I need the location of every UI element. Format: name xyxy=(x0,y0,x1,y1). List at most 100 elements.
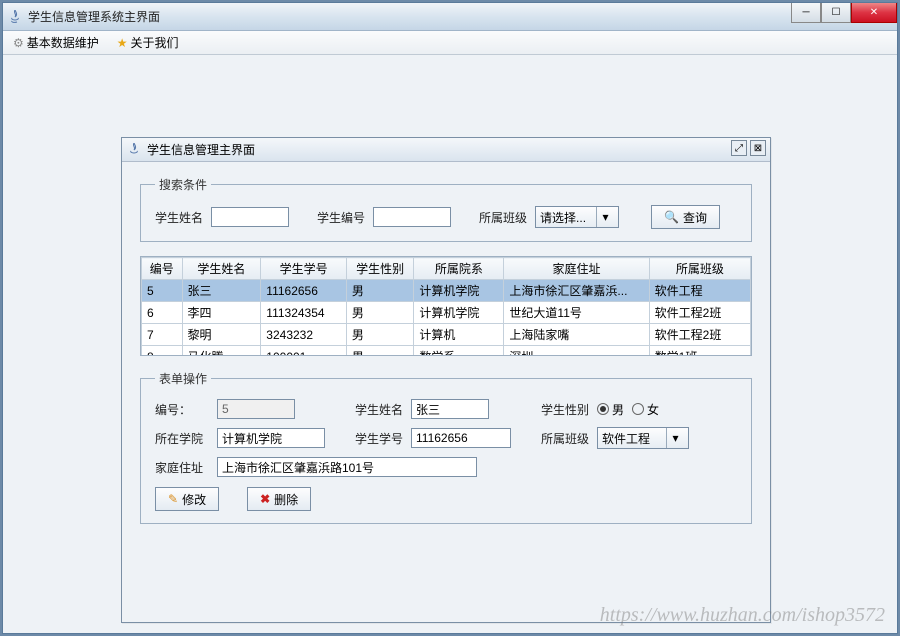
table-cell[interactable]: 11162656 xyxy=(261,280,347,302)
table-row[interactable]: 8马化腾100001男数学系深圳数学1班 xyxy=(142,346,751,357)
table-cell[interactable]: 深圳 xyxy=(504,346,649,357)
radio-male-label: 男 xyxy=(612,401,624,418)
table-header[interactable]: 编号 xyxy=(142,258,183,280)
search-name-label: 学生姓名 xyxy=(155,209,203,226)
pencil-icon: ✎ xyxy=(168,492,178,506)
internal-frame: 学生信息管理主界面 ⤢ ⊠ 搜索条件 学生姓名 学生编号 xyxy=(121,137,771,623)
radio-dot-icon xyxy=(597,403,609,415)
table-cell[interactable]: 软件工程2班 xyxy=(649,302,750,324)
internal-titlebar: 学生信息管理主界面 ⤢ ⊠ xyxy=(122,138,770,162)
form-class-combo[interactable]: 软件工程 ▾ xyxy=(597,427,689,449)
table-cell[interactable]: 男 xyxy=(346,280,414,302)
menu-item-label: 关于我们 xyxy=(131,34,179,51)
query-button-label: 查询 xyxy=(683,209,707,226)
titlebar: 学生信息管理系统主界面 ─ ☐ ✕ xyxy=(3,3,897,31)
table-cell[interactable]: 软件工程 xyxy=(649,280,750,302)
radio-female[interactable]: 女 xyxy=(632,401,659,418)
search-id-label: 学生编号 xyxy=(317,209,365,226)
menu-item-label: 基本数据维护 xyxy=(27,34,99,51)
menu-about[interactable]: ★ 关于我们 xyxy=(113,32,183,53)
table-cell[interactable]: 上海陆家嘴 xyxy=(504,324,649,346)
radio-dot-icon xyxy=(632,403,644,415)
delete-button[interactable]: ✖ 删除 xyxy=(247,487,311,511)
star-icon: ★ xyxy=(117,36,128,50)
main-window: 学生信息管理系统主界面 ─ ☐ ✕ ⚙ 基本数据维护 ★ 关于我们 学生信息管理… xyxy=(2,2,898,634)
edit-button[interactable]: ✎ 修改 xyxy=(155,487,219,511)
form-name-label: 学生姓名 xyxy=(355,401,403,418)
table-header[interactable]: 家庭住址 xyxy=(504,258,649,280)
close-button[interactable]: ✕ xyxy=(851,3,897,23)
table-cell[interactable]: 7 xyxy=(142,324,183,346)
table-cell[interactable]: 上海市徐汇区肇嘉浜... xyxy=(504,280,649,302)
table-row[interactable]: 7黎明3243232男计算机上海陆家嘴软件工程2班 xyxy=(142,324,751,346)
table-cell[interactable]: 马化腾 xyxy=(182,346,261,357)
table-row[interactable]: 6李四111324354男计算机学院世纪大道11号软件工程2班 xyxy=(142,302,751,324)
form-sno-input[interactable] xyxy=(411,428,511,448)
table-cell[interactable]: 计算机学院 xyxy=(414,302,504,324)
internal-title: 学生信息管理主界面 xyxy=(147,141,255,158)
table-header[interactable]: 所属院系 xyxy=(414,258,504,280)
table-cell[interactable]: 8 xyxy=(142,346,183,357)
form-faculty-input[interactable] xyxy=(217,428,325,448)
radio-female-label: 女 xyxy=(647,401,659,418)
form-address-input[interactable] xyxy=(217,457,477,477)
table-header[interactable]: 学生性别 xyxy=(346,258,414,280)
search-id-input[interactable] xyxy=(373,207,451,227)
query-button[interactable]: 🔍 查询 xyxy=(651,205,720,229)
results-table-wrap: 编号学生姓名学生学号学生性别所属院系家庭住址所属班级 5张三11162656男计… xyxy=(140,256,752,356)
table-cell[interactable]: 世纪大道11号 xyxy=(504,302,649,324)
form-fieldset: 表单操作 编号： 学生姓名 学生性别 男 xyxy=(140,370,752,524)
table-header[interactable]: 学生学号 xyxy=(261,258,347,280)
table-cell[interactable]: 李四 xyxy=(182,302,261,324)
window-controls: ─ ☐ ✕ xyxy=(791,3,897,23)
table-header[interactable]: 所属班级 xyxy=(649,258,750,280)
combo-text: 请选择... xyxy=(540,209,592,226)
table-cell[interactable]: 6 xyxy=(142,302,183,324)
form-legend: 表单操作 xyxy=(155,370,211,387)
search-fieldset: 搜索条件 学生姓名 学生编号 所属班级 请选择... ▾ xyxy=(140,176,752,242)
form-faculty-label: 所在学院 xyxy=(155,430,209,447)
form-class-label: 所属班级 xyxy=(541,430,589,447)
table-cell[interactable]: 3243232 xyxy=(261,324,347,346)
table-cell[interactable]: 男 xyxy=(346,324,414,346)
table-cell[interactable]: 111324354 xyxy=(261,302,347,324)
table-cell[interactable]: 数学1班 xyxy=(649,346,750,357)
table-cell[interactable]: 软件工程2班 xyxy=(649,324,750,346)
table-cell[interactable]: 5 xyxy=(142,280,183,302)
menubar: ⚙ 基本数据维护 ★ 关于我们 xyxy=(3,31,897,55)
form-name-input[interactable] xyxy=(411,399,489,419)
radio-male[interactable]: 男 xyxy=(597,401,624,418)
results-table[interactable]: 编号学生姓名学生学号学生性别所属院系家庭住址所属班级 5张三11162656男计… xyxy=(141,257,751,356)
minimize-button[interactable]: ─ xyxy=(791,3,821,23)
gear-icon: ⚙ xyxy=(13,36,24,50)
internal-close-button[interactable]: ⊠ xyxy=(750,140,766,156)
search-class-combo[interactable]: 请选择... ▾ xyxy=(535,206,619,228)
form-id-label: 编号： xyxy=(155,401,209,418)
table-cell[interactable]: 张三 xyxy=(182,280,261,302)
chevron-down-icon: ▾ xyxy=(666,428,684,448)
table-cell[interactable]: 100001 xyxy=(261,346,347,357)
menu-basic-data[interactable]: ⚙ 基本数据维护 xyxy=(9,32,103,53)
search-name-input[interactable] xyxy=(211,207,289,227)
x-icon: ✖ xyxy=(260,492,270,506)
combo-text: 软件工程 xyxy=(602,430,662,447)
table-cell[interactable]: 数学系 xyxy=(414,346,504,357)
delete-button-label: 删除 xyxy=(274,491,298,508)
search-class-label: 所属班级 xyxy=(479,209,527,226)
table-cell[interactable]: 男 xyxy=(346,302,414,324)
java-icon xyxy=(9,10,23,24)
table-cell[interactable]: 黎明 xyxy=(182,324,261,346)
table-header[interactable]: 学生姓名 xyxy=(182,258,261,280)
table-cell[interactable]: 计算机 xyxy=(414,324,504,346)
edit-button-label: 修改 xyxy=(182,491,206,508)
search-icon: 🔍 xyxy=(664,210,679,224)
table-cell[interactable]: 计算机学院 xyxy=(414,280,504,302)
window-title: 学生信息管理系统主界面 xyxy=(28,8,160,25)
internal-maximize-button[interactable]: ⤢ xyxy=(731,140,747,156)
form-sno-label: 学生学号 xyxy=(355,430,403,447)
table-cell[interactable]: 男 xyxy=(346,346,414,357)
table-row[interactable]: 5张三11162656男计算机学院上海市徐汇区肇嘉浜...软件工程 xyxy=(142,280,751,302)
maximize-button[interactable]: ☐ xyxy=(821,3,851,23)
form-id-input xyxy=(217,399,295,419)
form-address-label: 家庭住址 xyxy=(155,459,209,476)
